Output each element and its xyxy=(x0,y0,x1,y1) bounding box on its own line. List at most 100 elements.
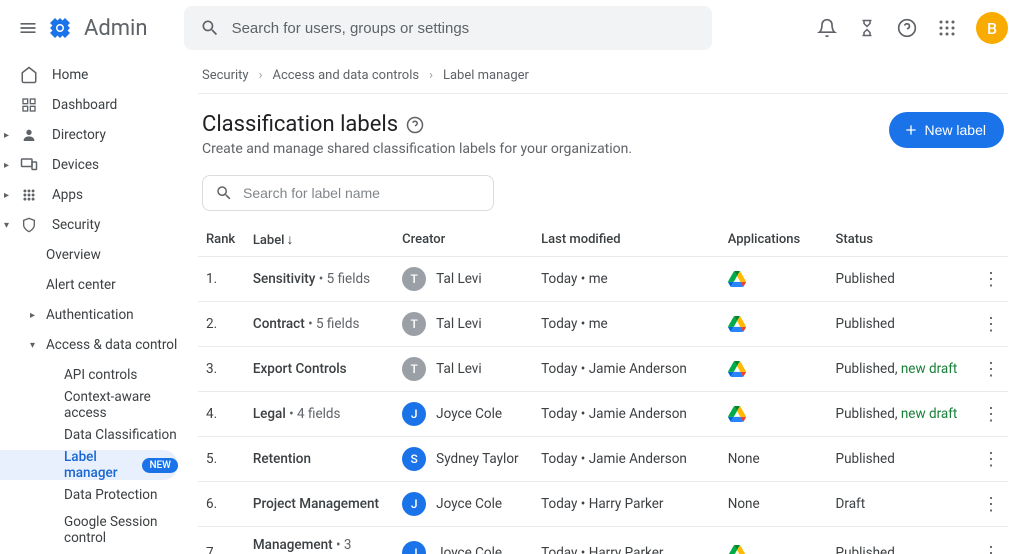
row-menu-icon[interactable]: ⋮ xyxy=(982,494,1000,515)
cell-label: Export Controls xyxy=(245,347,394,392)
cell-label: Legal • 4 fields xyxy=(245,392,394,437)
cell-rank: 6. xyxy=(198,482,245,527)
status-new-draft: new draft xyxy=(901,361,958,377)
table-row[interactable]: 5.RetentionSSydney TaylorToday • Jamie A… xyxy=(198,437,1008,482)
cell-apps xyxy=(720,347,828,392)
drive-icon xyxy=(728,361,746,377)
sidebar-item-data-protection[interactable]: Data Protection xyxy=(0,480,186,510)
breadcrumb-item[interactable]: Security xyxy=(202,68,249,83)
nav-label: Overview xyxy=(46,247,101,263)
column-header-rank[interactable]: Rank xyxy=(198,223,245,257)
row-menu-icon[interactable]: ⋮ xyxy=(982,404,1000,425)
cell-modified: Today • Harry Parker xyxy=(533,527,720,554)
sidebar-item-data-classification[interactable]: Data Classification xyxy=(0,420,186,450)
table-row[interactable]: 6.Project ManagementJJoyce ColeToday • H… xyxy=(198,482,1008,527)
cell-label: Retention xyxy=(245,437,394,482)
drive-icon xyxy=(728,545,746,554)
sidebar-item-alert-center[interactable]: Alert center xyxy=(0,270,186,300)
search-icon xyxy=(215,184,233,202)
global-search[interactable] xyxy=(184,6,712,50)
cell-creator: SSydney Taylor xyxy=(394,437,533,482)
nav-label: Google Session control xyxy=(64,514,164,546)
cell-rank: 1. xyxy=(198,257,245,302)
table-row[interactable]: 1.Sensitivity • 5 fieldsTTal LeviToday •… xyxy=(198,257,1008,302)
table-row[interactable]: 7.Management • 3 fieldsJJoyce ColeToday … xyxy=(198,527,1008,554)
cell-modified: Today • Jamie Anderson xyxy=(533,392,720,437)
cell-creator: JJoyce Cole xyxy=(394,482,533,527)
row-menu-icon[interactable]: ⋮ xyxy=(982,314,1000,335)
drive-icon xyxy=(728,406,746,422)
account-avatar[interactable]: B xyxy=(976,12,1008,44)
creator-avatar: J xyxy=(402,492,426,516)
cell-label: Project Management xyxy=(245,482,394,527)
breadcrumb: Security › Access and data controls › La… xyxy=(198,56,1008,94)
row-menu-icon[interactable]: ⋮ xyxy=(982,269,1000,290)
sidebar-item-home[interactable]: Home xyxy=(0,60,186,90)
drive-icon xyxy=(728,316,746,332)
cell-apps: None xyxy=(720,482,828,527)
nav-label: Devices xyxy=(52,157,99,173)
hourglass-icon[interactable] xyxy=(856,17,878,39)
sidebar-item-devices[interactable]: ▸ Devices xyxy=(0,150,186,180)
nav-label: Home xyxy=(52,67,88,83)
creator-avatar: J xyxy=(402,541,426,554)
cell-status: Published xyxy=(828,302,973,347)
sidebar-item-apps[interactable]: ▸Apps xyxy=(0,180,186,210)
label-search-input[interactable] xyxy=(243,185,481,201)
table-row[interactable]: 2.Contract • 5 fieldsTTal LeviToday • me… xyxy=(198,302,1008,347)
cell-apps: None xyxy=(720,437,828,482)
nav-label: Security xyxy=(52,217,100,233)
cell-status: Published, new draft xyxy=(828,392,973,437)
nav-label: Directory xyxy=(52,127,106,143)
chevron-right-icon: ▸ xyxy=(4,190,14,201)
sidebar-item-authentication[interactable]: ▸Authentication xyxy=(0,300,186,330)
sidebar-item-session-control[interactable]: Google Session control xyxy=(0,510,186,550)
sidebar-item-label-manager[interactable]: Label managerNEW xyxy=(0,450,178,480)
column-header-apps[interactable]: Applications xyxy=(720,223,828,257)
nav-label: Dashboard xyxy=(52,97,117,113)
table-row[interactable]: 4.Legal • 4 fieldsJJoyce ColeToday • Jam… xyxy=(198,392,1008,437)
column-header-creator[interactable]: Creator xyxy=(394,223,533,257)
nav-label: API controls xyxy=(64,367,137,383)
row-menu-icon[interactable]: ⋮ xyxy=(982,449,1000,470)
column-header-status[interactable]: Status xyxy=(828,223,973,257)
shield-icon xyxy=(20,217,38,233)
table-row[interactable]: 3.Export ControlsTTal LeviToday • Jamie … xyxy=(198,347,1008,392)
new-label-button[interactable]: New label xyxy=(889,112,1004,148)
sidebar-item-security[interactable]: ▾Security xyxy=(0,210,186,240)
nav-label: Data Protection xyxy=(64,487,157,503)
cell-rank: 7. xyxy=(198,527,245,554)
topbar-actions: B xyxy=(816,12,1008,44)
notifications-icon[interactable] xyxy=(816,17,838,39)
global-search-input[interactable] xyxy=(232,20,696,37)
sidebar-item-directory[interactable]: ▸Directory xyxy=(0,120,186,150)
chevron-right-icon: ▸ xyxy=(4,160,14,171)
label-search[interactable] xyxy=(202,175,494,211)
sidebar-item-overview[interactable]: Overview xyxy=(0,240,186,270)
chevron-right-icon: ▸ xyxy=(30,310,35,321)
help-icon[interactable] xyxy=(406,116,424,134)
creator-avatar: T xyxy=(402,267,426,291)
row-menu-icon[interactable]: ⋮ xyxy=(982,543,1000,554)
creator-avatar: T xyxy=(402,312,426,336)
admin-logo-icon xyxy=(48,16,72,40)
sidebar-item-less-secure[interactable]: Less secure apps xyxy=(0,550,186,554)
cell-status: Published xyxy=(828,437,973,482)
column-header-label[interactable]: Label↓ xyxy=(245,223,394,257)
cell-label: Contract • 5 fields xyxy=(245,302,394,347)
creator-avatar: J xyxy=(402,402,426,426)
help-icon[interactable] xyxy=(896,17,918,39)
sidebar-item-access-data-control[interactable]: ▾Access & data control xyxy=(0,330,186,360)
cell-apps xyxy=(720,302,828,347)
row-menu-icon[interactable]: ⋮ xyxy=(982,359,1000,380)
column-header-modified[interactable]: Last modified xyxy=(533,223,720,257)
sidebar-item-context-aware[interactable]: Context-aware access xyxy=(0,390,186,420)
apps-grid-icon[interactable] xyxy=(936,17,958,39)
chevron-down-icon: ▾ xyxy=(30,340,35,351)
breadcrumb-item[interactable]: Access and data controls xyxy=(272,68,419,83)
menu-icon[interactable] xyxy=(16,16,40,40)
sidebar-item-api-controls[interactable]: API controls xyxy=(0,360,186,390)
sidebar-item-dashboard[interactable]: Dashboard xyxy=(0,90,186,120)
cell-modified: Today • Jamie Anderson xyxy=(533,347,720,392)
cell-modified: Today • Jamie Anderson xyxy=(533,437,720,482)
